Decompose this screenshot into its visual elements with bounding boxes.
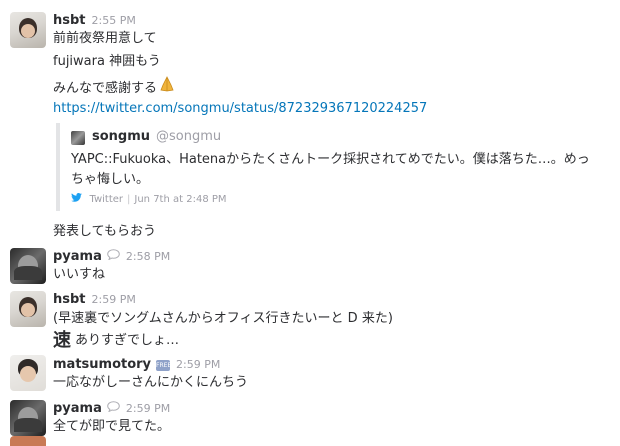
message-header: hsbt 2:55 PM bbox=[53, 13, 136, 29]
avatar[interactable] bbox=[10, 355, 46, 391]
speech-bubble-icon bbox=[107, 249, 120, 265]
message-header: pyama 2:59 PM bbox=[53, 401, 170, 417]
message-text: 発表してもらおう bbox=[53, 224, 156, 239]
timestamp[interactable]: 2:59 PM bbox=[92, 293, 136, 306]
link-attachment: songmu @songmu YAPC::Fukuoka、Hatenaからたくさん… bbox=[56, 123, 600, 211]
attachment-author: songmu @songmu bbox=[92, 128, 221, 146]
twitter-bird-icon bbox=[71, 192, 86, 205]
timestamp[interactable]: 2:59 PM bbox=[176, 358, 220, 371]
attachment-author-avatar bbox=[71, 131, 85, 145]
timestamp[interactable]: 2:59 PM bbox=[126, 402, 170, 415]
separator: | bbox=[127, 194, 131, 205]
message-text: 速ありすぎでしょ… bbox=[53, 332, 179, 350]
message-header: hsbt 2:59 PM bbox=[53, 292, 136, 308]
username[interactable]: pyama bbox=[53, 249, 102, 264]
username[interactable]: matsumotory bbox=[53, 357, 151, 372]
attachment-footer: Twitter | Jun 7th at 2:48 PM bbox=[71, 192, 227, 207]
message-text: (早速裏でソングムさんからオフィス行きたいーと D 来た) bbox=[53, 311, 393, 326]
pray-emoji-icon bbox=[159, 76, 175, 96]
attachment-author-handle[interactable]: @songmu bbox=[156, 129, 221, 144]
avatar[interactable] bbox=[10, 12, 46, 48]
avatar[interactable] bbox=[10, 291, 46, 327]
speech-bubble-icon bbox=[107, 401, 120, 417]
message-text: fujiwara 神囲もう bbox=[53, 54, 161, 69]
message-text: いいすね bbox=[53, 267, 106, 282]
timestamp[interactable]: 2:58 PM bbox=[126, 250, 170, 263]
attachment-date[interactable]: Jun 7th at 2:48 PM bbox=[134, 194, 226, 205]
avatar[interactable] bbox=[10, 436, 46, 446]
message-header: matsumotory FREE 2:59 PM bbox=[53, 357, 220, 373]
attachment-source[interactable]: Twitter bbox=[90, 194, 124, 205]
username[interactable]: hsbt bbox=[53, 13, 86, 28]
free-badge: FREE bbox=[156, 360, 172, 371]
message-text: みんなで感謝する bbox=[53, 76, 175, 98]
username[interactable]: hsbt bbox=[53, 292, 86, 307]
tweet-link[interactable]: https://twitter.com/songmu/status/872329… bbox=[53, 101, 427, 116]
message-header: pyama 2:58 PM bbox=[53, 249, 170, 265]
attachment-text: YAPC::Fukuoka、Hatenaからたくさんトーク採択されてめでたい。僕… bbox=[71, 152, 590, 187]
username[interactable]: pyama bbox=[53, 401, 102, 416]
message-text-content: ありすぎでしょ… bbox=[75, 333, 180, 348]
avatar[interactable] bbox=[10, 248, 46, 284]
timestamp[interactable]: 2:55 PM bbox=[92, 14, 136, 27]
custom-emoji-icon: 速 bbox=[53, 330, 71, 351]
message-text: 全てが即で見てた。 bbox=[53, 419, 171, 434]
message-text: 一応ながしーさんにかくにんちう bbox=[53, 375, 249, 390]
message-link-line: https://twitter.com/songmu/status/872329… bbox=[53, 100, 427, 118]
avatar[interactable] bbox=[10, 400, 46, 436]
message-text: 前前夜祭用意して bbox=[53, 31, 157, 46]
message-text-content: みんなで感謝する bbox=[53, 81, 158, 96]
attachment-author-name[interactable]: songmu bbox=[92, 129, 150, 144]
